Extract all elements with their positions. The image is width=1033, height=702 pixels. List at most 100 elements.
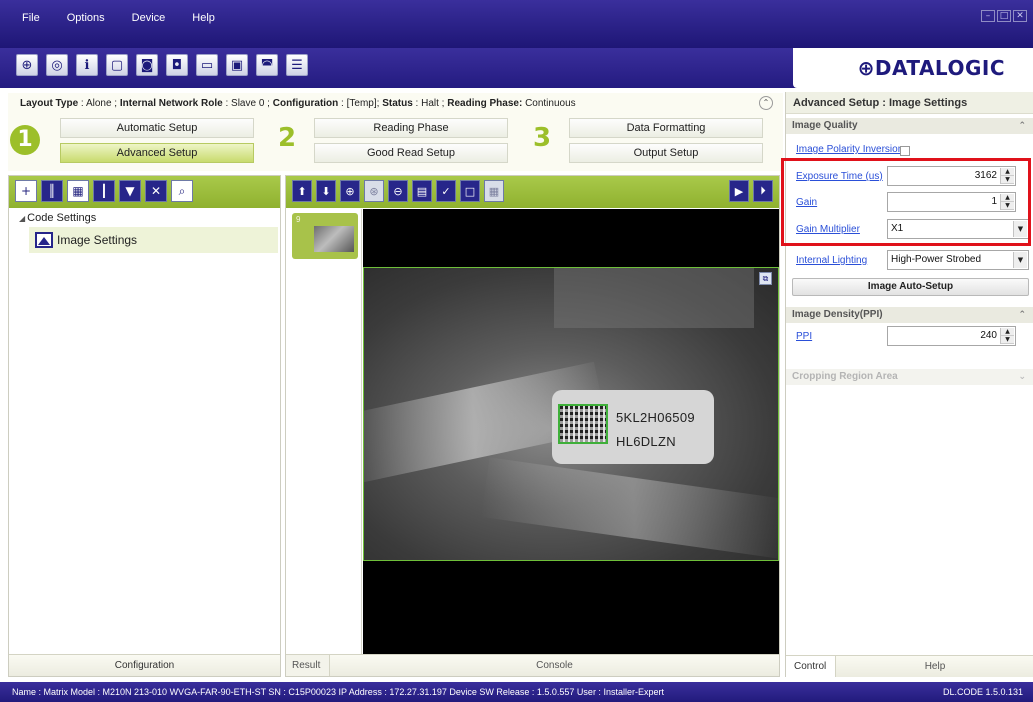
menu-options[interactable]: Options: [67, 12, 105, 24]
collapse-icon[interactable]: ⌃: [759, 96, 773, 110]
highlight-box: [781, 158, 1031, 246]
polarity-label[interactable]: Image Polarity Inversion: [796, 144, 903, 155]
advanced-setup-button[interactable]: Advanced Setup: [60, 143, 254, 163]
collapse-chevron-icon[interactable]: ⌃: [1018, 118, 1026, 134]
arrow-down-icon[interactable]: ⬇: [316, 180, 336, 202]
menu-device[interactable]: Device: [132, 12, 166, 24]
camera-settings-icon[interactable]: ◘: [166, 54, 188, 76]
camera-icon[interactable]: ◙: [136, 54, 158, 76]
image-roi: ⧉ 5KL2H06509 HL6DLZN: [363, 267, 779, 561]
app-version: DL.CODE 1.5.0.131: [942, 687, 1023, 697]
postal-code-icon[interactable]: ┃: [93, 180, 115, 202]
menu-help[interactable]: Help: [192, 12, 215, 24]
maximize-icon[interactable]: □: [997, 10, 1011, 22]
output-setup-button[interactable]: Output Setup: [569, 143, 763, 163]
image-viewer[interactable]: ⧉ 5KL2H06509 HL6DLZN: [363, 209, 779, 656]
automatic-setup-button[interactable]: Automatic Setup: [60, 118, 254, 138]
good-read-setup-button[interactable]: Good Read Setup: [314, 143, 508, 163]
product-label: 5KL2H06509 HL6DLZN: [552, 390, 714, 464]
folder-icon[interactable]: ▭: [196, 54, 218, 76]
internal-lighting-select[interactable]: High-Power Strobed ▼: [887, 250, 1029, 270]
section-cropping-region[interactable]: Cropping Region Area ⌄: [786, 369, 1033, 385]
wand-icon[interactable]: ◎: [46, 54, 68, 76]
datamatrix-code: [558, 404, 608, 444]
device-status-line: Layout Type : Alone ; Internal Network R…: [8, 93, 783, 113]
tree-item-code-settings[interactable]: ◢ Code Settings: [9, 210, 280, 227]
window-icon[interactable]: ▢: [106, 54, 128, 76]
dropdown-arrow-icon[interactable]: ▼: [1013, 252, 1027, 268]
zoom-in-icon[interactable]: ⊕: [340, 180, 360, 202]
square-icon[interactable]: □: [460, 180, 480, 202]
tab-result[interactable]: Result: [286, 655, 330, 676]
expand-chevron-icon[interactable]: ⌄: [1018, 369, 1026, 385]
title-bar: File Options Device Help – □ ✕: [0, 0, 1033, 48]
panel-title: Advanced Setup : Image Settings: [786, 92, 1033, 114]
expand-triangle-icon[interactable]: ◢: [19, 214, 25, 223]
step-forward-icon[interactable]: ⏵: [753, 180, 773, 202]
close-icon[interactable]: ✕: [1013, 10, 1027, 22]
settings-tree: ◢ Code Settings Image Settings: [9, 210, 280, 253]
device-info: Name : Matrix Model : M210N 213-010 WVGA…: [12, 687, 664, 697]
image-viewer-panel: ⬆ ⬇ ⊕ ⊛ ⊖ ▤ ✓ □ ▦ ▶ ⏵ 9 ⧉ 5KL2H06509 HL6…: [285, 175, 780, 677]
collapse-chevron-icon[interactable]: ⌃: [1018, 307, 1026, 323]
grid-icon[interactable]: ▦: [484, 180, 504, 202]
ppi-label[interactable]: PPI: [796, 331, 812, 342]
ppi-stepper[interactable]: ▲ ▼: [1000, 328, 1014, 344]
save-image-icon[interactable]: ▤: [412, 180, 432, 202]
image-icon: [35, 232, 53, 248]
zoom-out-icon[interactable]: ⊖: [388, 180, 408, 202]
internal-lighting-label[interactable]: Internal Lighting: [796, 255, 867, 266]
barcode-icon[interactable]: ║: [41, 180, 63, 202]
image-band: [554, 268, 754, 328]
arrow-up-icon[interactable]: ⬆: [292, 180, 312, 202]
label-line-2: HL6DLZN: [616, 434, 676, 449]
camera-send-icon[interactable]: ◚: [256, 54, 278, 76]
save-icon[interactable]: ▣: [226, 54, 248, 76]
tab-control[interactable]: Control: [786, 656, 836, 677]
info-icon[interactable]: ℹ: [76, 54, 98, 76]
status-text: Layout Type : Alone ; Internal Network R…: [20, 98, 576, 109]
setup-steps: 1 Automatic Setup Advanced Setup 2 Readi…: [8, 113, 783, 171]
step-2-badge: 2: [278, 123, 297, 153]
label-line-1: 5KL2H06509: [616, 410, 695, 425]
viewer-toolbar: ⬆ ⬇ ⊕ ⊛ ⊖ ▤ ✓ □ ▦ ▶ ⏵: [286, 176, 779, 208]
play-icon[interactable]: ▶: [729, 180, 749, 202]
datalogic-logo: ⊕DATALOGIC: [857, 56, 1005, 80]
image-thumbnail-strip: 9: [286, 209, 362, 656]
tab-help[interactable]: Help: [836, 656, 1033, 677]
target-icon[interactable]: ⊕: [16, 54, 38, 76]
section-image-quality[interactable]: Image Quality ⌃: [786, 118, 1033, 134]
datamatrix-icon[interactable]: ▦: [67, 180, 89, 202]
polarity-checkbox[interactable]: [900, 146, 910, 156]
ppi-input[interactable]: 240 ▲ ▼: [887, 326, 1016, 346]
data-formatting-button[interactable]: Data Formatting: [569, 118, 763, 138]
menu-bar: File Options Device Help: [22, 12, 242, 24]
brand-area: ⊕DATALOGIC: [793, 48, 1033, 88]
menu-file[interactable]: File: [22, 12, 40, 24]
step-3-badge: 3: [533, 123, 552, 153]
configuration-panel: + ║ ▦ ┃ ▼ ✕ ⌕ ◢ Code Settings Image Setti…: [8, 175, 281, 677]
configuration-toolbar: + ║ ▦ ┃ ▼ ✕ ⌕: [9, 176, 280, 208]
check-icon[interactable]: ✓: [436, 180, 456, 202]
search-icon[interactable]: ⌕: [171, 180, 193, 202]
step-1-badge: 1: [10, 125, 40, 155]
filter-icon[interactable]: ▼: [119, 180, 141, 202]
image-sheen-2: [481, 457, 778, 559]
tab-console[interactable]: Console: [330, 655, 779, 676]
properties-tabs: Control Help: [786, 655, 1033, 677]
configuration-tab[interactable]: Configuration: [9, 654, 280, 676]
viewer-tabs: Result Console: [286, 654, 779, 676]
image-auto-setup-button[interactable]: Image Auto-Setup: [792, 278, 1029, 296]
config-list-icon[interactable]: ☰: [286, 54, 308, 76]
roi-toggle-icon[interactable]: ⧉: [759, 272, 772, 285]
thumbnail-number: 9: [296, 215, 301, 224]
status-bar: Name : Matrix Model : M210N 213-010 WVGA…: [0, 682, 1033, 702]
image-thumbnail[interactable]: 9: [292, 213, 358, 259]
add-icon[interactable]: +: [15, 180, 37, 202]
tree-item-image-settings[interactable]: Image Settings: [29, 227, 278, 253]
minimize-icon[interactable]: –: [981, 10, 995, 22]
delete-icon[interactable]: ✕: [145, 180, 167, 202]
reading-phase-button[interactable]: Reading Phase: [314, 118, 508, 138]
section-image-density[interactable]: Image Density(PPI) ⌃: [786, 307, 1033, 323]
zoom-fit-icon[interactable]: ⊛: [364, 180, 384, 202]
